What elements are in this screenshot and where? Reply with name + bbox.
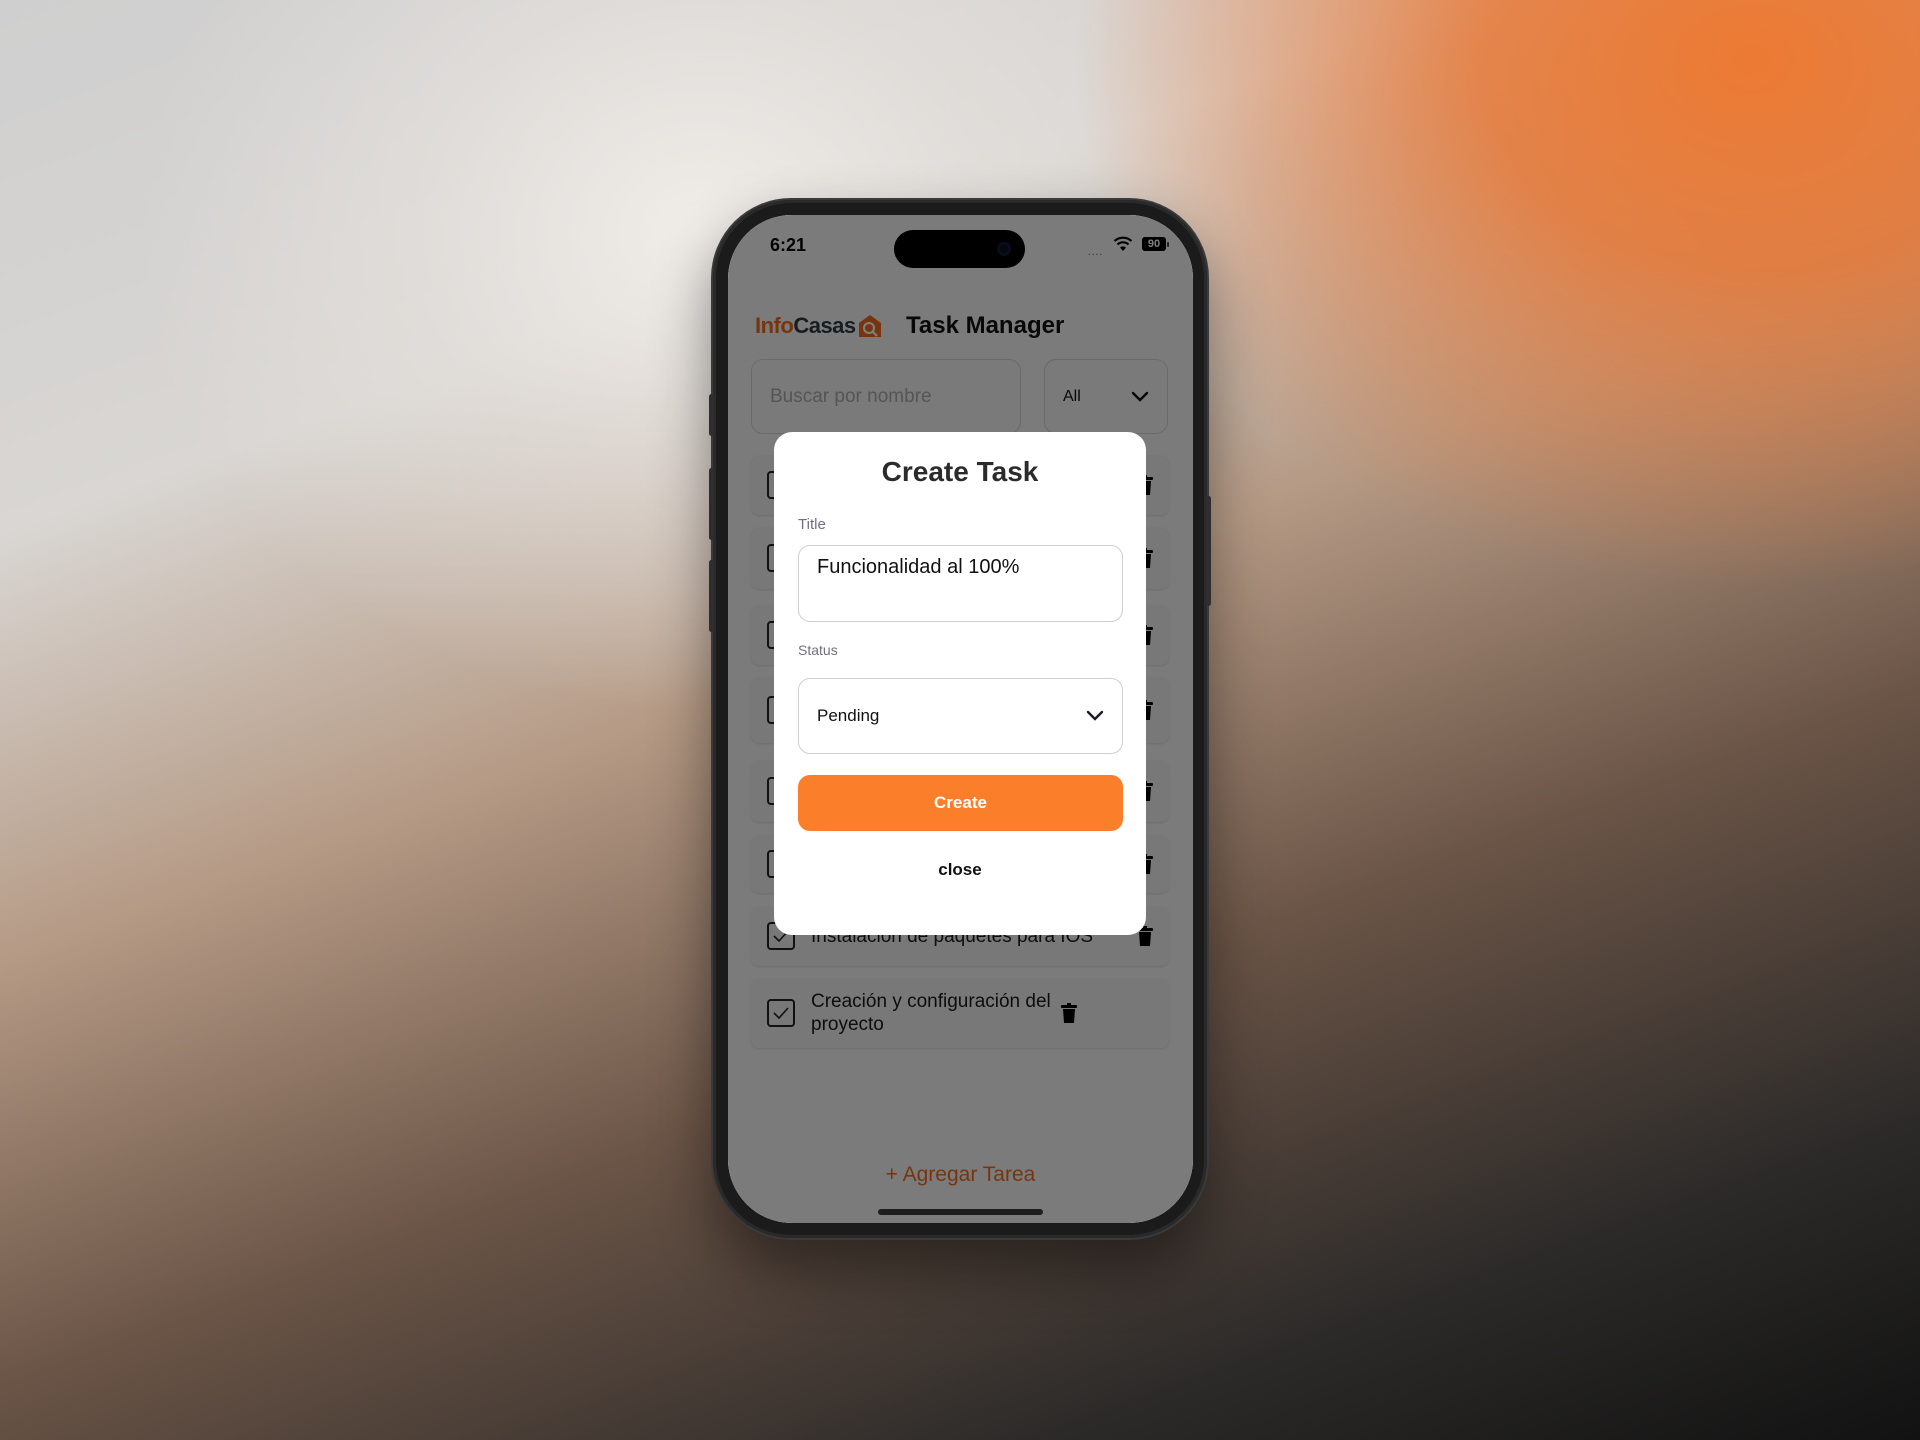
- status-select[interactable]: Pending: [798, 678, 1123, 754]
- status-select-value: Pending: [817, 706, 880, 725]
- status-label: Status: [798, 642, 838, 658]
- chevron-down-icon: [1086, 710, 1104, 721]
- create-task-modal: Create Task Title Funcionalidad al 100% …: [774, 432, 1146, 935]
- close-button[interactable]: close: [774, 860, 1146, 880]
- home-indicator: [878, 1209, 1043, 1215]
- volume-down-button: [709, 560, 714, 632]
- modal-title: Create Task: [881, 456, 1039, 487]
- action-button: [709, 394, 714, 436]
- power-button: [1206, 496, 1211, 606]
- volume-up-button: [709, 468, 714, 540]
- create-button[interactable]: Create: [798, 775, 1123, 831]
- title-label: Title: [798, 516, 826, 533]
- title-input[interactable]: Funcionalidad al 100%: [798, 545, 1123, 622]
